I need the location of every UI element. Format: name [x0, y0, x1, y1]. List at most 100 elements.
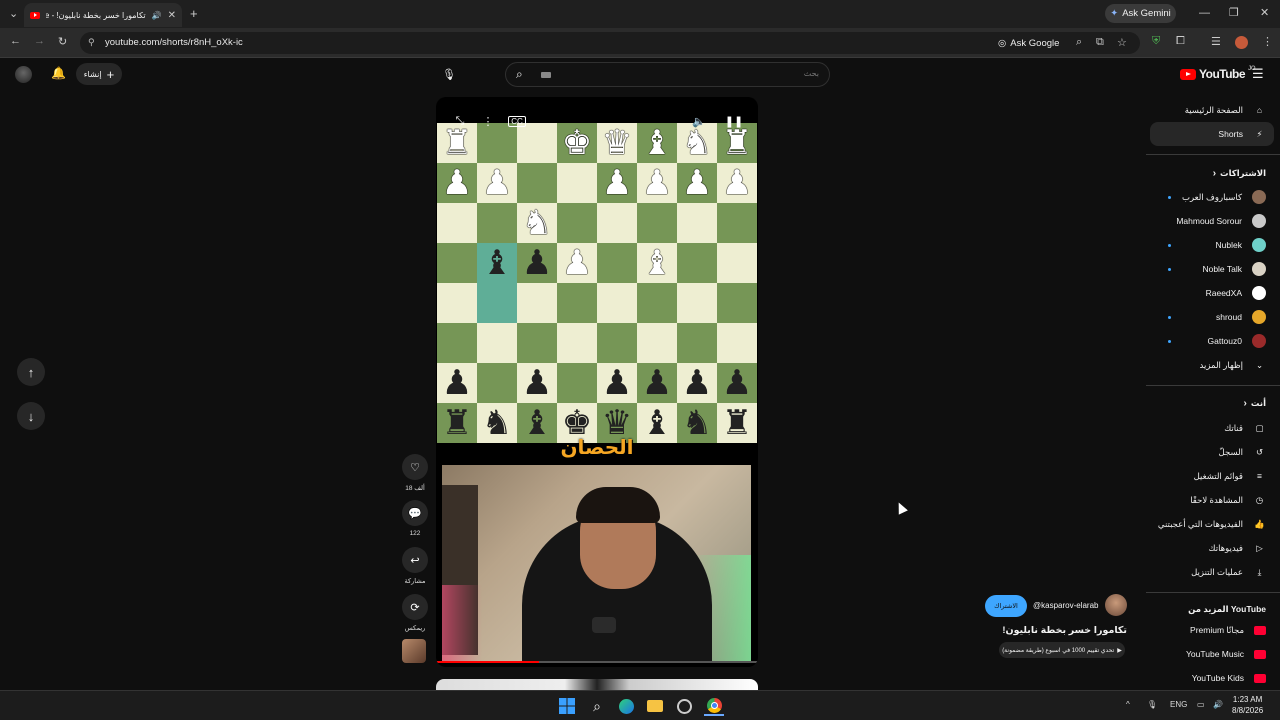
tab-list-icon[interactable]: ⌄ [9, 7, 18, 20]
close-window-icon[interactable]: ✕ [1260, 6, 1269, 19]
sidebar-item-subscription[interactable]: كاسباروف العرب [1150, 185, 1280, 209]
ask-gemini-button[interactable]: ✦ Ask Gemini [1105, 4, 1176, 23]
comment-action[interactable]: 💬 122 [401, 500, 429, 537]
zoom-icon[interactable]: ⌕ [1076, 36, 1082, 49]
previous-short-button[interactable]: ↑ [17, 358, 45, 386]
sidebar-item-channel[interactable]: قناتك ▢ [1150, 416, 1280, 440]
like-button[interactable]: ♡ [402, 454, 428, 480]
board-square [437, 243, 477, 283]
back-icon[interactable]: ← [10, 35, 21, 47]
sidebar-item-your-videos[interactable]: فيديوهاتك ▷ [1150, 536, 1280, 560]
youtube-product-icon [1254, 649, 1266, 659]
you-heading[interactable]: › أنت [1244, 398, 1266, 409]
install-app-icon[interactable]: ⧉ [1096, 36, 1104, 49]
google-lens-icon: ◎ [998, 37, 1007, 49]
network-icon[interactable]: ▭ [1197, 700, 1205, 709]
sidebar-item-downloads[interactable]: عمليات التنزيل ⤓ [1150, 560, 1280, 584]
sidebar-item-liked[interactable]: الفيديوهات التي أعجبتني 👍 [1150, 512, 1280, 536]
more-from-youtube-heading[interactable]: المزيد من YouTube [1188, 604, 1266, 615]
site-info-icon[interactable]: ⚲ [88, 37, 95, 48]
reload-icon[interactable]: ↻ [58, 35, 67, 48]
close-tab-icon[interactable]: ✕ [168, 10, 176, 21]
file-explorer-icon[interactable] [645, 696, 665, 716]
minimize-icon[interactable]: — [1199, 7, 1210, 19]
create-button[interactable]: إنشاء + [76, 63, 122, 85]
volume-icon[interactable]: 🔈 [689, 111, 709, 131]
tray-mic-icon[interactable]: 🎙 [1147, 700, 1157, 709]
edge-icon[interactable] [616, 696, 636, 716]
progress-bar[interactable] [436, 661, 540, 663]
sidebar-item-label: قناتك [1224, 422, 1243, 433]
shorts-player[interactable]: ♜ ♚ ♛ ♝ ♞ ♜ ♟ ♟ ♟ ♟ ♟ ♟ ♞ ♝ ♟ ♟ ♝ ♟ ♟ ♟ ♟ ♟ ♟ ♜ ♞ ♝ ♚ ♛ ♝ ♞ ♜ ⤡ ⋮ CC 🔈… [436, 97, 758, 667]
downloads-icon: ⤓ [1257, 566, 1262, 577]
sidebar-item-watch-later[interactable]: المشاهدة لاحقًا ◷ [1150, 488, 1280, 512]
more-options-icon[interactable]: ⋮ [478, 111, 498, 131]
notifications-bell-icon[interactable]: 🔔 [51, 66, 66, 80]
show-more-button[interactable]: إظهار المزيد ⌄ [1150, 353, 1280, 377]
mouse-cursor [894, 500, 908, 515]
reading-list-icon[interactable]: ☰ [1211, 35, 1221, 48]
like-action[interactable]: ♡ 18 ألف [401, 454, 429, 492]
sidebar-item-subscription[interactable]: RaeedXA [1150, 281, 1280, 305]
white-pawn-icon: ♟ [481, 163, 513, 203]
playlist-chip[interactable]: ▶ تحدي تقييم 1000 في اسبوع (طريقة مضمونة… [999, 642, 1125, 658]
sidebar-item-subscription[interactable]: Gattouz0 [1150, 329, 1280, 353]
subscriptions-heading[interactable]: › الاشتراكات [1213, 168, 1266, 179]
channel-handle[interactable]: @kasparov-elarab [1033, 601, 1098, 610]
language-indicator[interactable]: ENG [1170, 700, 1187, 709]
tray-overflow-icon[interactable]: ^ [1126, 700, 1130, 709]
share-button[interactable]: ↩ [402, 547, 428, 573]
omnibox[interactable]: ⚲ youtube.com/shorts/r8nH_oXk-ic ◎ Ask G… [80, 32, 1140, 54]
sidebar-item-youtube-product[interactable]: YouTube Music [1150, 642, 1280, 666]
channel-avatar[interactable] [1105, 594, 1127, 616]
sidebar-item-subscription[interactable]: Mahmoud Sorour [1150, 209, 1280, 233]
ask-google-button[interactable]: ◎ Ask Google [998, 34, 1059, 52]
next-short-button[interactable]: ↓ [17, 402, 45, 430]
voice-search-icon[interactable]: 🎙 [441, 64, 457, 84]
sidebar-item-playlists[interactable]: قوائم التشغيل ≡ [1150, 464, 1280, 488]
remix-action[interactable]: ⟳ ريمكس [401, 594, 429, 632]
search-icon[interactable]: ⌕ [516, 67, 523, 82]
hamburger-menu-icon[interactable]: ☰ [1252, 66, 1264, 82]
captions-icon[interactable]: CC [507, 111, 527, 131]
sidebar-item-shorts[interactable]: Shorts ⚡ [1150, 122, 1274, 146]
url-text[interactable]: youtube.com/shorts/r8nH_oXk-ic [105, 37, 243, 48]
browser-menu-icon[interactable]: ⋮ [1262, 35, 1273, 48]
comment-button[interactable]: 💬 [402, 500, 428, 526]
pause-icon[interactable]: ❚❚ [724, 111, 744, 131]
subscribe-button[interactable]: الاشتراك [985, 595, 1027, 617]
extension-shield-icon[interactable]: ⛨ [1152, 35, 1160, 48]
sidebar-item-subscription[interactable]: Noble Talk [1150, 257, 1280, 281]
board-square: ♟ [677, 163, 717, 203]
remix-button[interactable]: ⟳ [402, 594, 428, 620]
browser-tab[interactable]: تكامورا خسر بخطة نابليون! - e 🔊 ✕ [24, 3, 182, 27]
system-clock[interactable]: 1:23 AM 8/8/2026 [1232, 694, 1263, 716]
chrome-icon[interactable] [704, 696, 724, 716]
search-input[interactable]: بحث [804, 69, 819, 78]
app-icon[interactable] [674, 696, 694, 716]
sidebar-item-subscription[interactable]: Nublek [1150, 233, 1280, 257]
taskbar-search-icon[interactable]: ⌕ [587, 696, 607, 716]
forward-icon[interactable]: → [34, 35, 45, 47]
extensions-icon[interactable]: ⧠ [1176, 35, 1185, 48]
user-avatar[interactable] [15, 66, 32, 83]
search-box[interactable]: ⌕ بحث [505, 62, 830, 87]
speaker-icon[interactable]: 🔊 [152, 11, 162, 20]
volume-tray-icon[interactable]: 🔊 [1213, 700, 1223, 709]
sidebar-item-label: YouTube Music [1186, 649, 1244, 659]
profile-avatar[interactable] [1235, 36, 1248, 49]
windows-start-icon[interactable] [557, 696, 577, 716]
sidebar-item-subscription[interactable]: shroud [1150, 305, 1280, 329]
keyboard-icon[interactable] [541, 72, 551, 78]
youtube-logo[interactable]: YouTube JO [1180, 66, 1256, 81]
sidebar-item-youtube-product[interactable]: YouTube Kids [1150, 666, 1280, 690]
sidebar-item-history[interactable]: السجلّ ↺ [1150, 440, 1280, 464]
sidebar-item-youtube-product[interactable]: Premium مجانًا [1150, 618, 1280, 642]
fullscreen-icon[interactable]: ⤡ [450, 111, 470, 131]
sound-thumbnail[interactable] [402, 639, 426, 663]
bookmark-star-icon[interactable]: ☆ [1117, 36, 1127, 49]
share-action[interactable]: ↩ مشاركة [401, 547, 429, 585]
sidebar-item-home[interactable]: الصفحة الرئيسية ⌂ [1150, 98, 1280, 122]
maximize-icon[interactable]: ❐ [1229, 6, 1239, 19]
new-tab-icon[interactable]: + [190, 6, 198, 21]
